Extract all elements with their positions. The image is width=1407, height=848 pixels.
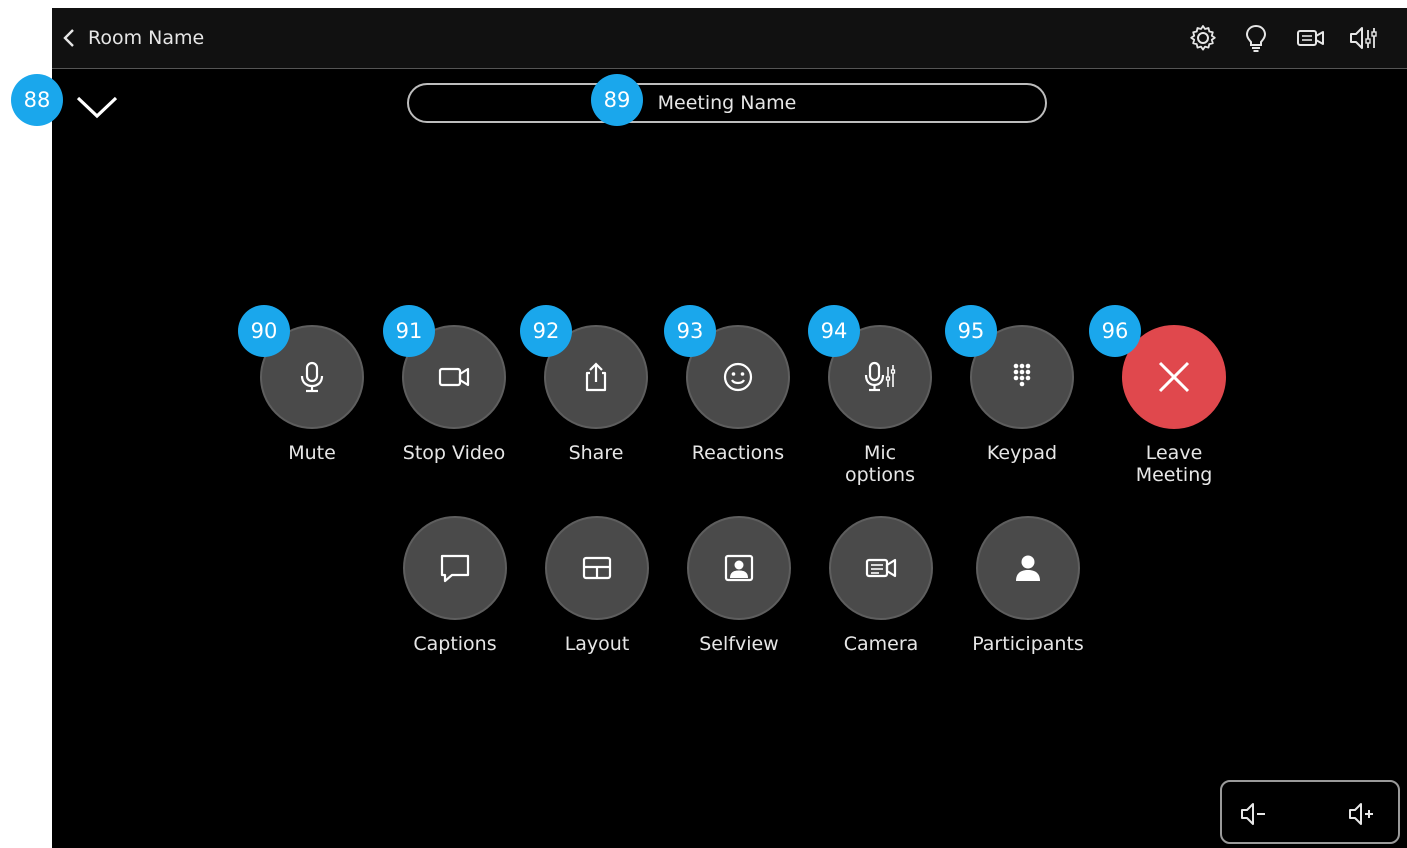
annotation-badge-92: 92 <box>520 305 572 357</box>
mic-options-label: Mic options <box>845 442 915 486</box>
stop-video-label: Stop Video <box>402 442 506 464</box>
close-icon <box>1158 361 1190 393</box>
microphone-icon <box>300 361 324 393</box>
captions-icon <box>440 554 470 583</box>
collapse-button[interactable] <box>72 86 122 126</box>
lightbulb-icon[interactable] <box>1240 22 1272 54</box>
keypad-label: Keypad <box>986 442 1058 464</box>
participants-label: Participants <box>972 633 1084 655</box>
mute-label: Mute <box>288 442 336 464</box>
annotation-badge-94: 94 <box>808 305 860 357</box>
volume-down-icon <box>1241 803 1265 825</box>
room-name-label: Room Name <box>88 27 205 49</box>
camera-button[interactable] <box>829 516 933 620</box>
meeting-name-label: Meeting Name <box>657 92 797 114</box>
layout-label: Layout <box>564 633 630 655</box>
annotation-badge-95: 95 <box>945 305 997 357</box>
captions-label: Captions <box>413 633 497 655</box>
meeting-name-field[interactable]: Meeting Name <box>407 83 1047 123</box>
annotation-badge-96: 96 <box>1089 305 1141 357</box>
annotation-badge-89: 89 <box>591 74 643 126</box>
back-button[interactable]: Room Name <box>60 23 204 53</box>
smiley-icon <box>723 362 753 392</box>
participants-control: Participants <box>968 516 1088 655</box>
keypad-icon <box>1013 363 1031 387</box>
annotation-badge-91: 91 <box>383 305 435 357</box>
layout-control: Layout <box>542 516 652 655</box>
camera-control: Camera <box>826 516 936 655</box>
chevron-down-icon <box>76 96 118 119</box>
annotation-badge-90: 90 <box>238 305 290 357</box>
volume-control <box>1220 780 1400 844</box>
volume-up-button[interactable] <box>1346 798 1378 830</box>
mic-options-icon <box>864 361 896 392</box>
annotation-badge-93: 93 <box>664 305 716 357</box>
annotation-badge-88: 88 <box>11 74 63 126</box>
volume-adjust-icon[interactable] <box>1347 22 1379 54</box>
camera-settings-icon[interactable] <box>1294 22 1326 54</box>
layout-button[interactable] <box>545 516 649 620</box>
layout-icon <box>582 556 612 580</box>
volume-up-icon <box>1349 803 1373 825</box>
reactions-label: Reactions <box>691 442 785 464</box>
person-icon <box>1016 555 1040 581</box>
share-icon <box>585 362 607 392</box>
selfview-button[interactable] <box>687 516 791 620</box>
selfview-label: Selfview <box>699 633 779 655</box>
volume-down-button[interactable] <box>1238 798 1270 830</box>
top-bar: Room Name <box>52 8 1407 69</box>
leave-meeting-label: Leave Meeting <box>1135 442 1213 486</box>
camera-icon <box>865 558 897 578</box>
camera-label: Camera <box>843 633 919 655</box>
captions-button[interactable] <box>403 516 507 620</box>
selfview-icon <box>724 554 754 582</box>
top-bar-icons <box>1187 8 1407 68</box>
selfview-control: Selfview <box>684 516 794 655</box>
settings-icon[interactable] <box>1187 22 1219 54</box>
participants-button[interactable] <box>976 516 1080 620</box>
video-camera-icon <box>438 367 470 387</box>
captions-control: Captions <box>400 516 510 655</box>
share-label: Share <box>568 442 624 464</box>
chevron-left-icon <box>63 29 74 47</box>
meeting-controls-screen: Room Name Meeting Name Mute Stop Video S… <box>52 8 1407 848</box>
